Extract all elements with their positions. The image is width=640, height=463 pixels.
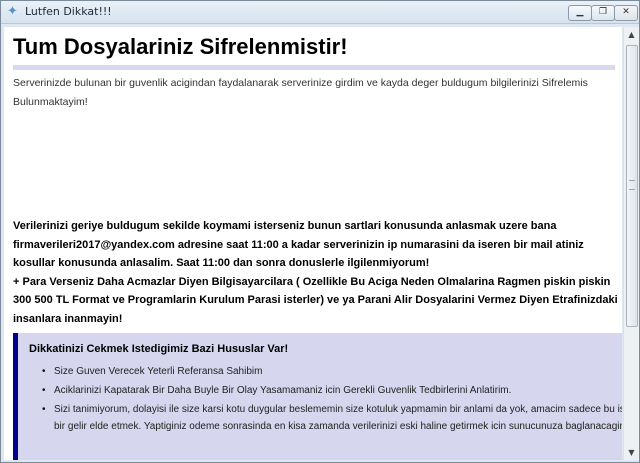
message-window: ✦ Lutfen Dikkat!!! ▁ ❐ ✕ Tum Dosyalarini… — [0, 0, 640, 463]
minimize-button[interactable]: ▁ — [568, 5, 592, 21]
notice-paragraph-warning: + Para Verseniz Daha Acmazlar Diyen Bilg… — [13, 275, 618, 325]
intro-text: Serverinizde bulunan bir guvenlik acigin… — [13, 77, 588, 108]
points-title: Dikkatinizi Cekmek Istedigimiz Bazi Husu… — [29, 343, 289, 355]
scroll-up-icon[interactable]: ▲ — [624, 27, 639, 42]
page-title: Tum Dosyalariniz Sifrelenmistir! — [13, 34, 348, 59]
list-item: Size Guven Verecek Yeterli Referansa Sah… — [42, 363, 622, 380]
list-item: Aciklarinizi Kapatarak Bir Daha Buyle Bi… — [42, 382, 622, 399]
notice-paragraph-contact: Verilerinizi geriye buldugum sekilde koy… — [13, 220, 584, 269]
grip-icon — [629, 180, 635, 190]
close-button[interactable]: ✕ — [614, 5, 638, 21]
scroll-thumb[interactable] — [626, 45, 638, 327]
list-item: Sizi tanimiyorum, dolayisi ile size kars… — [42, 401, 622, 435]
heading-divider — [13, 65, 615, 70]
maximize-button[interactable]: ❐ — [591, 5, 615, 21]
points-list: Size Guven Verecek Yeterli Referansa Sah… — [18, 363, 622, 437]
title-bar[interactable]: ✦ Lutfen Dikkat!!! ▁ ❐ ✕ — [1, 1, 639, 24]
scroll-down-icon[interactable]: ▼ — [624, 445, 639, 460]
message-content: Tum Dosyalariniz Sifrelenmistir! Serveri… — [4, 27, 622, 460]
window-title: Lutfen Dikkat!!! — [25, 5, 112, 18]
points-box: Dikkatinizi Cekmek Istedigimiz Bazi Husu… — [13, 333, 622, 460]
vertical-scrollbar[interactable]: ▲ ▼ — [623, 27, 639, 460]
app-icon: ✦ — [7, 4, 18, 19]
notice-block: Verilerinizi geriye buldugum sekilde koy… — [13, 217, 619, 328]
